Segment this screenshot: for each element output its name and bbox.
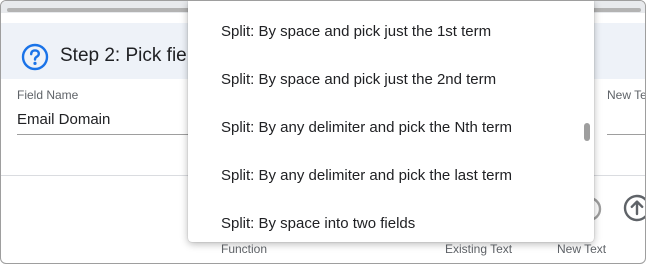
help-circle-icon[interactable]	[21, 43, 49, 71]
new-text-underline	[607, 134, 645, 135]
menu-item-split-space-two-fields[interactable]: Split: By space into two fields	[188, 199, 582, 242]
field-name-input[interactable]: Email Domain	[17, 111, 110, 128]
menu-item-split-space-2nd[interactable]: Split: By space and pick just the 2nd te…	[188, 55, 582, 103]
new-text-label: New Te	[607, 88, 646, 102]
field-name-label: Field Name	[17, 88, 79, 102]
menu-item-split-space-1st[interactable]: Split: By space and pick just the 1st te…	[188, 7, 582, 55]
arrow-up-circle-icon[interactable]	[623, 193, 646, 223]
column-header-existing-text: Existing Text	[445, 242, 513, 256]
menu-item-split-delimiter-last[interactable]: Split: By any delimiter and pick the las…	[188, 151, 582, 199]
dialog-frame: Step 2: Pick fie Field Name Email Domain…	[0, 0, 646, 264]
function-dropdown-menu[interactable]: Split: By space and pick just the 1st te…	[188, 1, 594, 242]
step-title: Step 2: Pick fie	[60, 45, 187, 66]
column-header-function: Function	[221, 242, 268, 256]
column-header-new-text: New Text	[557, 242, 607, 256]
dropdown-scrollbar[interactable]	[584, 123, 590, 141]
field-name-underline	[17, 134, 189, 135]
menu-item-split-delimiter-nth[interactable]: Split: By any delimiter and pick the Nth…	[188, 103, 582, 151]
